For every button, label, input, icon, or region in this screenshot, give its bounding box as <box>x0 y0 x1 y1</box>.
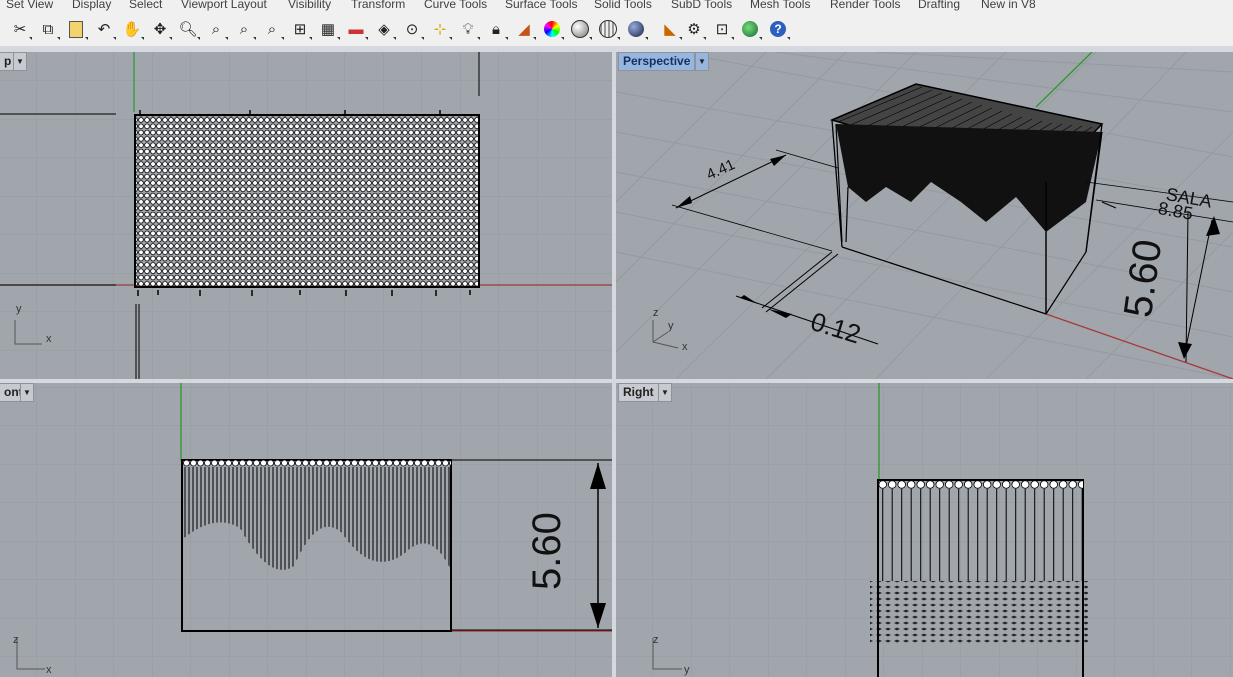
light-icon[interactable]: 💡︎ <box>457 17 480 41</box>
chevron-down-icon[interactable]: ▼ <box>13 52 27 71</box>
osnap-icon[interactable]: ⊙ <box>401 17 424 41</box>
mesh-sphere-icon[interactable] <box>597 17 620 41</box>
front-viewport-canvas <box>0 383 612 677</box>
grid-icon[interactable]: ▦ <box>317 17 340 41</box>
viewport-top[interactable]: y x p ▼ <box>0 52 612 379</box>
front-axis-z: z <box>13 634 19 646</box>
render-sphere-icon[interactable] <box>625 17 648 41</box>
zoom-selected-icon[interactable]: ⌕ <box>261 17 284 41</box>
front-dim-height: 5.60 <box>525 512 569 590</box>
perspective-viewport-label[interactable]: Perspective <box>618 52 696 71</box>
perspective-axis-y: y <box>668 320 674 332</box>
front-axis-x: x <box>46 664 52 676</box>
cut-icon[interactable]: ✂ <box>9 17 32 41</box>
menu-render-tools[interactable]: Render Tools <box>830 0 901 11</box>
menu-viewport-layout[interactable]: Viewport Layout <box>181 0 267 11</box>
viewport-perspective[interactable]: 4.41 0.12 5.60 8.85 SALA z y x Perspecti… <box>616 52 1233 379</box>
four-viewports-icon[interactable]: ⊞ <box>289 17 312 41</box>
viewport-right[interactable]: z y Right ▼ <box>616 383 1233 677</box>
perspective-viewport-canvas <box>616 52 1233 379</box>
copy-icon[interactable]: ⧉ <box>37 17 60 41</box>
undo-icon[interactable]: ↶ <box>93 17 116 41</box>
shaded-sphere-icon[interactable] <box>569 17 592 41</box>
menu-set-view[interactable]: Set View <box>6 0 53 11</box>
pan-hand-icon[interactable]: ✋ <box>121 17 144 41</box>
viewport-front[interactable]: 5.60 z x ont ▼ <box>0 383 612 677</box>
right-viewport-canvas <box>616 383 1233 677</box>
right-viewport-label[interactable]: Right <box>618 383 659 402</box>
menu-select[interactable]: Select <box>129 0 162 11</box>
menu-visibility[interactable]: Visibility <box>288 0 331 11</box>
chevron-down-icon[interactable]: ▼ <box>695 52 709 71</box>
zoom-extents-icon[interactable]: ⌕ <box>233 17 256 41</box>
chevron-down-icon[interactable]: ▼ <box>20 383 34 402</box>
lock-icon[interactable]: 🔒︎ <box>485 17 508 41</box>
perspective-axis-z: z <box>653 307 659 319</box>
zoom-window-icon[interactable]: ⌕ <box>205 17 228 41</box>
rotate-view-icon[interactable]: ✥ <box>149 17 172 41</box>
menu-transform[interactable]: Transform <box>351 0 405 11</box>
help-icon[interactable]: ? <box>767 17 790 41</box>
top-axis-x: x <box>46 333 52 345</box>
globe-icon[interactable] <box>739 17 762 41</box>
layer-icon[interactable]: ◢ <box>513 17 536 41</box>
menu-curve-tools[interactable]: Curve Tools <box>424 0 487 11</box>
menu-bar: Set View Display Select Viewport Layout … <box>0 0 1233 13</box>
main-toolbar: ✂ ⧉ ↶ ✋ ✥ 🔍︎ ⌕ ⌕ ⌕ ⊞ ▦ ▬ ◈ ⊙ ⊹ 💡︎ 🔒︎ ◢ ◣… <box>0 13 1233 47</box>
dimension-icon[interactable]: ◣ <box>659 17 682 41</box>
paste-icon[interactable] <box>65 17 88 41</box>
right-axis-y: y <box>684 664 690 676</box>
options-gear-icon[interactable]: ⚙ <box>683 17 706 41</box>
car-icon[interactable]: ▬ <box>345 17 368 41</box>
snap-grid-icon[interactable]: ⊡ <box>711 17 734 41</box>
menu-mesh-tools[interactable]: Mesh Tools <box>750 0 810 11</box>
menu-subd-tools[interactable]: SubD Tools <box>671 0 732 11</box>
menu-display[interactable]: Display <box>72 0 111 11</box>
color-wheel-icon[interactable] <box>541 17 564 41</box>
snap-icon[interactable]: ◈ <box>373 17 396 41</box>
menu-surface-tools[interactable]: Surface Tools <box>505 0 578 11</box>
right-axis-z: z <box>653 634 659 646</box>
gumball-icon[interactable]: ⊹ <box>429 17 452 41</box>
menu-solid-tools[interactable]: Solid Tools <box>594 0 652 11</box>
menu-new-in-v8[interactable]: New in V8 <box>981 0 1036 11</box>
top-viewport-canvas <box>0 52 612 379</box>
perspective-axis-x: x <box>682 341 688 353</box>
top-axis-y: y <box>16 303 22 315</box>
zoom-icon[interactable]: 🔍︎ <box>177 17 200 41</box>
menu-drafting[interactable]: Drafting <box>918 0 960 11</box>
chevron-down-icon[interactable]: ▼ <box>658 383 672 402</box>
